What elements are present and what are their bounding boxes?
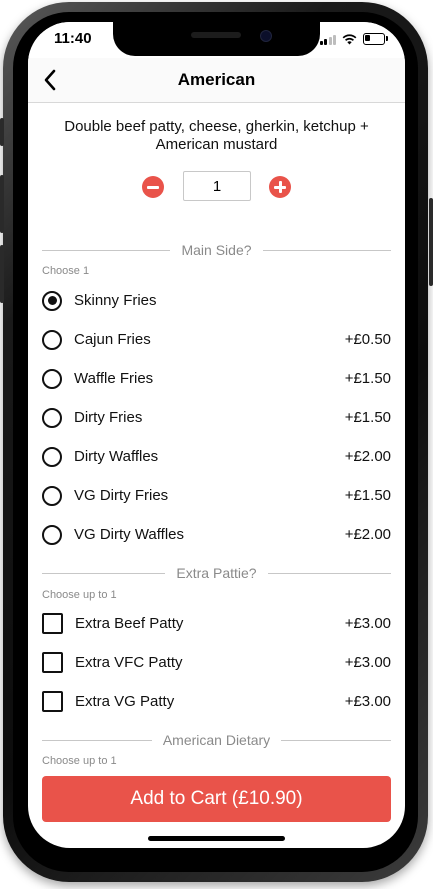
quantity-stepper bbox=[28, 171, 405, 203]
minus-icon bbox=[147, 186, 159, 189]
page-title: American bbox=[177, 70, 256, 89]
option-price: +£3.00 bbox=[344, 654, 391, 671]
main-side-header: Main Side? bbox=[42, 241, 392, 259]
radio-button[interactable] bbox=[42, 524, 62, 545]
option-label: Extra Beef Patty bbox=[75, 615, 184, 632]
front-camera bbox=[260, 30, 272, 42]
option-waffle-fries[interactable]: Waffle Fries +£1.50 bbox=[42, 359, 391, 398]
option-dirty-waffles[interactable]: Dirty Waffles +£2.00 bbox=[42, 437, 391, 476]
checkbox[interactable] bbox=[42, 691, 63, 712]
status-time: 11:40 bbox=[54, 30, 92, 47]
notch bbox=[113, 22, 320, 56]
option-price: +£1.50 bbox=[344, 370, 391, 387]
option-label: Cajun Fries bbox=[74, 331, 151, 348]
radio-button[interactable] bbox=[42, 329, 62, 350]
option-extra-vg-patty[interactable]: Extra VG Patty +£3.00 bbox=[42, 682, 391, 721]
home-indicator bbox=[148, 836, 285, 841]
option-label: Waffle Fries bbox=[74, 370, 154, 387]
cellular-signal-icon bbox=[319, 34, 336, 45]
option-label: VG Dirty Waffles bbox=[74, 526, 185, 543]
option-label: Dirty Waffles bbox=[74, 448, 159, 465]
extra-pattie-heading: Extra Pattie? bbox=[176, 565, 257, 581]
decrease-quantity-button[interactable] bbox=[142, 176, 164, 198]
mute-switch bbox=[0, 118, 4, 146]
option-price: +£2.00 bbox=[344, 448, 391, 465]
volume-up-button bbox=[0, 175, 4, 233]
option-extra-beef-patty[interactable]: Extra Beef Patty +£3.00 bbox=[42, 604, 391, 643]
american-dietary-heading: American Dietary bbox=[162, 732, 271, 748]
quantity-input[interactable] bbox=[183, 171, 251, 201]
american-dietary-hint: Choose up to 1 bbox=[42, 755, 117, 767]
option-skinny-fries[interactable]: Skinny Fries bbox=[42, 281, 391, 320]
radio-button[interactable] bbox=[42, 407, 62, 428]
product-options: Double beef patty, cheese, gherkin, ketc… bbox=[28, 103, 405, 848]
radio-button[interactable] bbox=[42, 368, 62, 389]
option-vg-dirty-fries[interactable]: VG Dirty Fries +£1.50 bbox=[42, 476, 391, 515]
add-to-cart-button[interactable]: Add to Cart (£10.90) bbox=[42, 776, 391, 822]
volume-down-button bbox=[0, 245, 4, 303]
option-label: Extra VFC Patty bbox=[75, 654, 183, 671]
radio-button[interactable] bbox=[42, 446, 62, 467]
option-vg-dirty-waffles[interactable]: VG Dirty Waffles +£2.00 bbox=[42, 515, 391, 554]
radio-button[interactable] bbox=[42, 290, 62, 311]
option-cajun-fries[interactable]: Cajun Fries +£0.50 bbox=[42, 320, 391, 359]
american-dietary-header: American Dietary bbox=[42, 731, 391, 749]
navigation-bar: American bbox=[28, 58, 405, 103]
wifi-icon bbox=[342, 33, 357, 44]
increase-quantity-button[interactable] bbox=[269, 176, 291, 198]
screen: 11:40 American Double beef patty, cheese… bbox=[28, 22, 405, 848]
main-side-hint: Choose 1 bbox=[42, 265, 90, 277]
battery-icon bbox=[363, 33, 388, 45]
product-description: Double beef patty, cheese, gherkin, ketc… bbox=[64, 118, 369, 153]
back-button[interactable] bbox=[32, 62, 68, 98]
checkbox[interactable] bbox=[42, 613, 63, 634]
option-price: +£1.50 bbox=[344, 487, 391, 504]
option-dirty-fries[interactable]: Dirty Fries +£1.50 bbox=[42, 398, 391, 437]
speaker-grille bbox=[191, 32, 241, 38]
extra-pattie-hint: Choose up to 1 bbox=[42, 589, 117, 601]
option-price: +£2.00 bbox=[344, 526, 391, 543]
option-label: Dirty Fries bbox=[74, 409, 143, 426]
option-extra-vfc-patty[interactable]: Extra VFC Patty +£3.00 bbox=[42, 643, 391, 682]
option-label: Skinny Fries bbox=[74, 292, 157, 309]
option-price: +£0.50 bbox=[344, 331, 391, 348]
status-icons bbox=[319, 33, 388, 45]
radio-button[interactable] bbox=[42, 485, 62, 506]
option-price: +£3.00 bbox=[344, 693, 391, 710]
power-button bbox=[429, 198, 433, 286]
option-price: +£1.50 bbox=[344, 409, 391, 426]
main-side-heading: Main Side? bbox=[181, 242, 252, 258]
option-price: +£3.00 bbox=[344, 615, 391, 632]
checkbox[interactable] bbox=[42, 652, 63, 673]
chevron-left-icon bbox=[44, 69, 56, 91]
option-label: VG Dirty Fries bbox=[74, 487, 169, 504]
option-label: Extra VG Patty bbox=[75, 693, 175, 710]
extra-pattie-header: Extra Pattie? bbox=[42, 564, 391, 582]
